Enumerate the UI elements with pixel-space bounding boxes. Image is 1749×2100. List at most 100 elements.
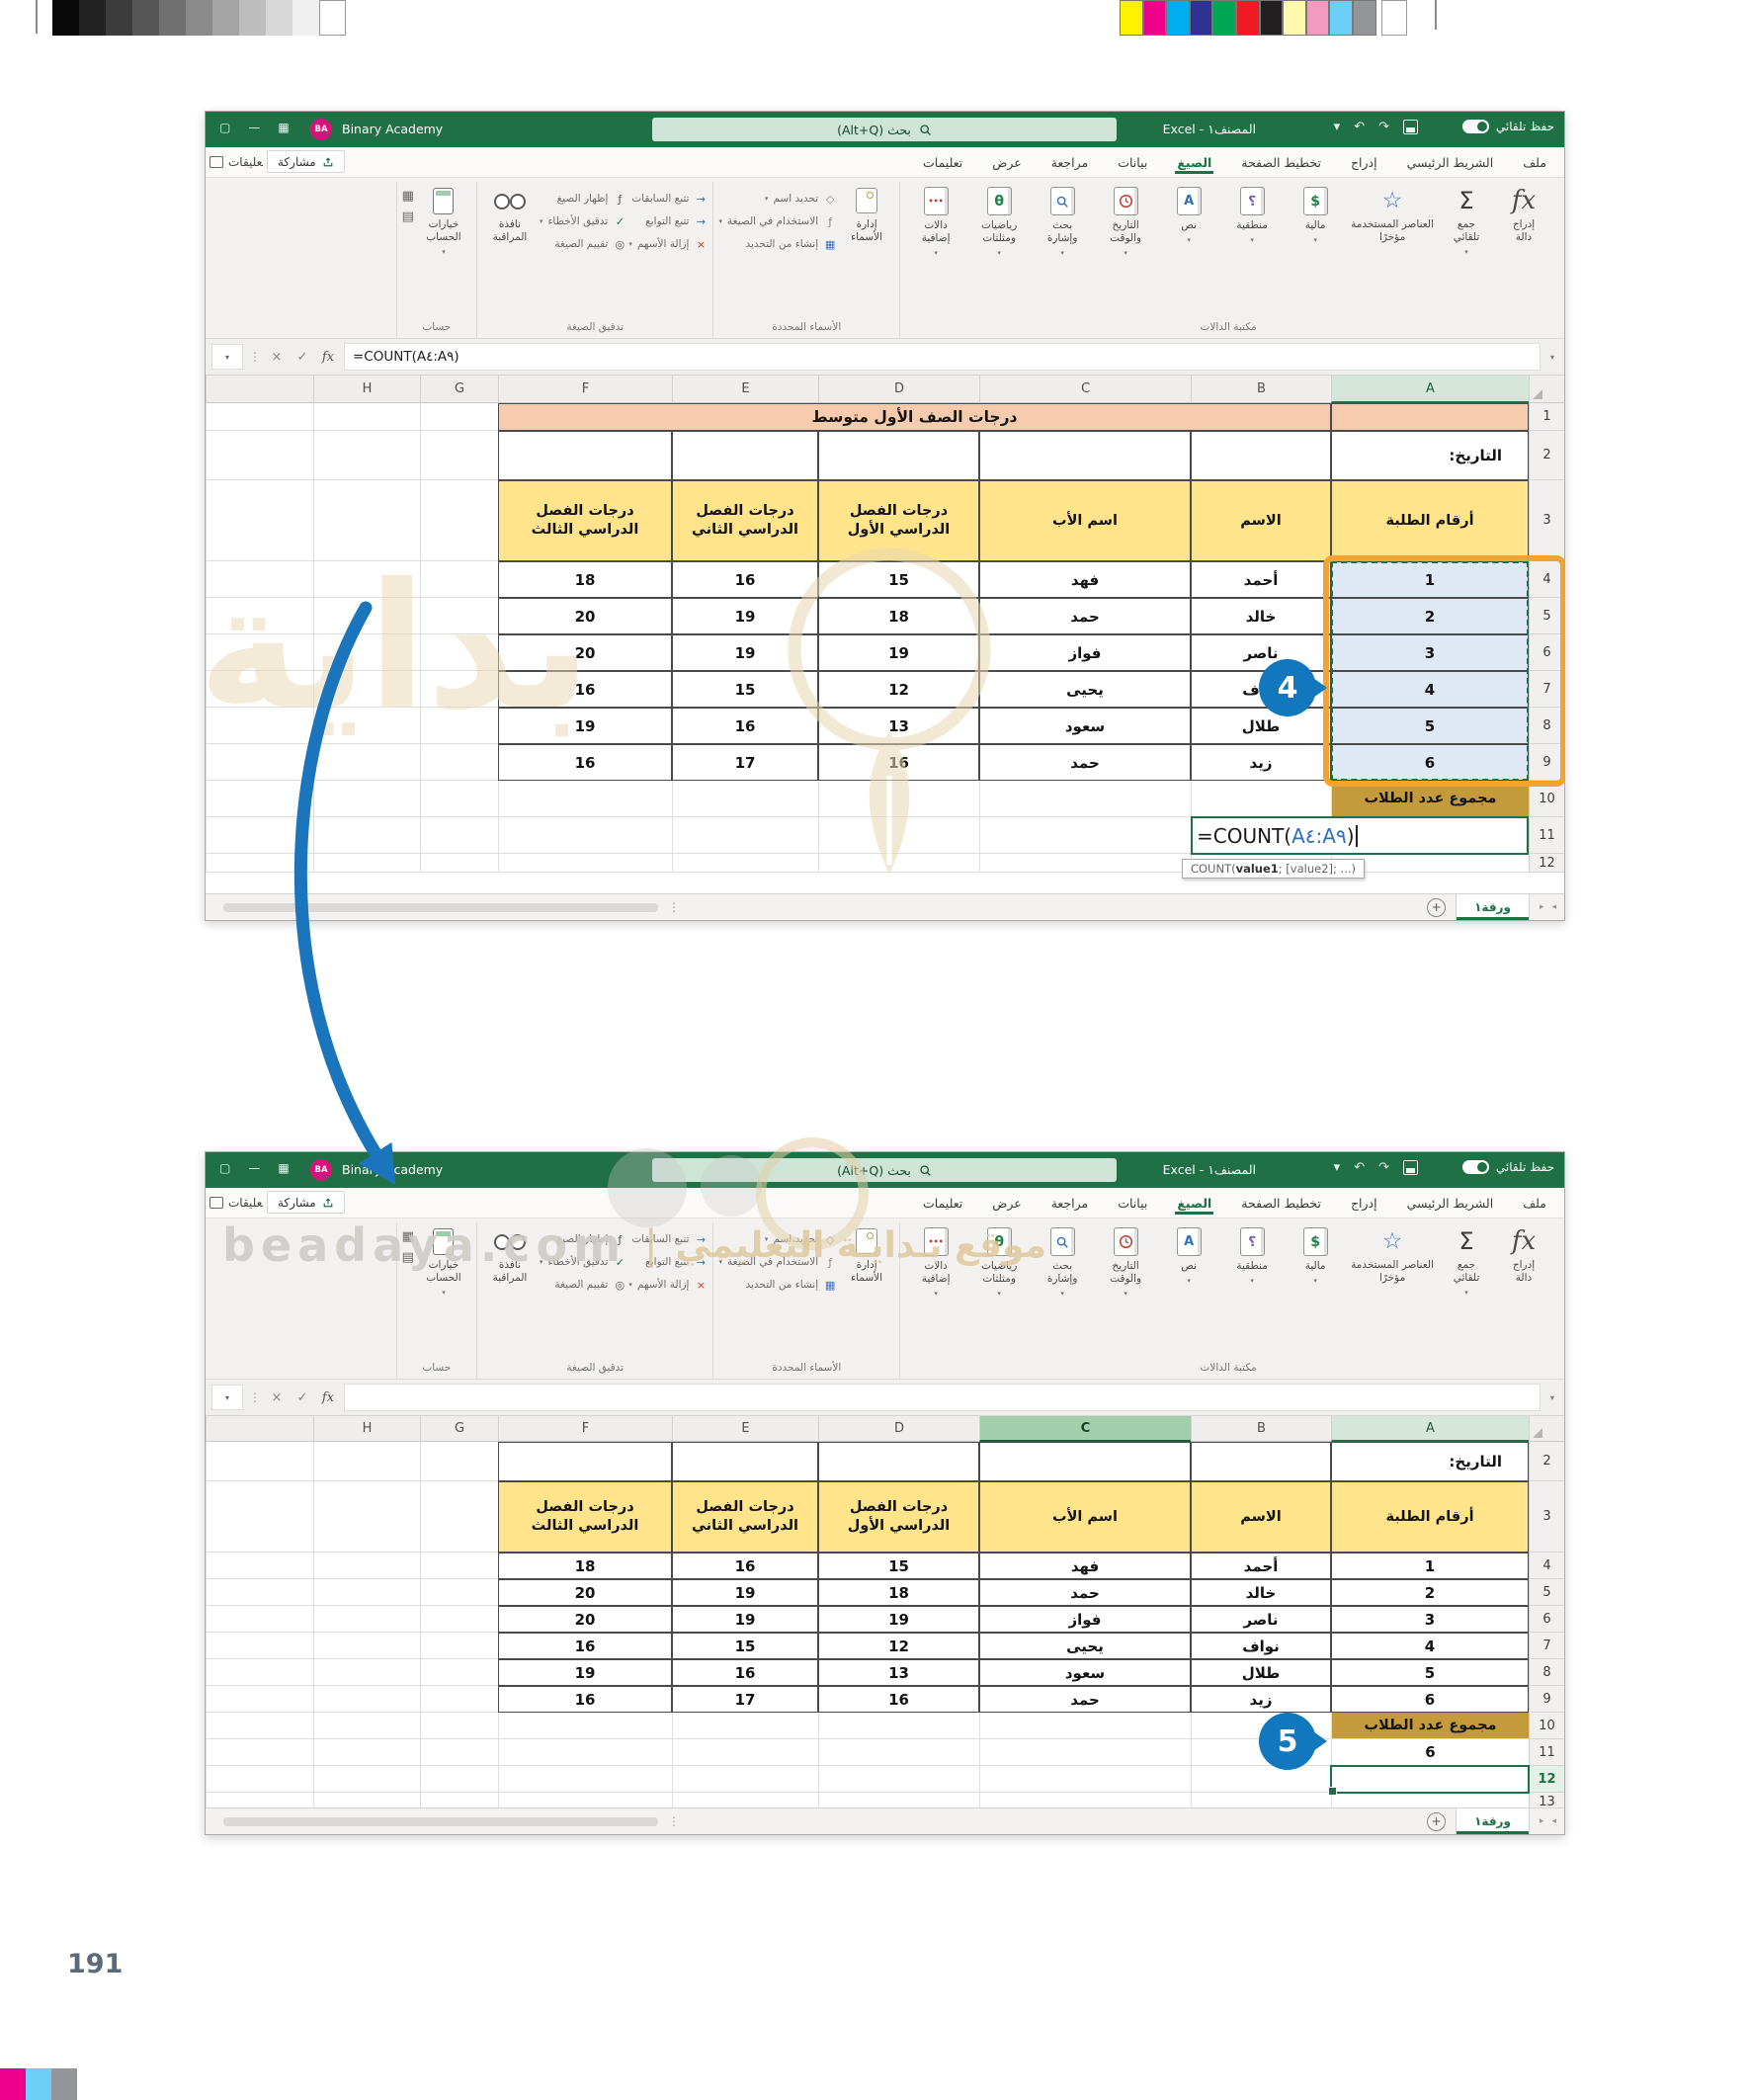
cell-E2[interactable] [672,1442,818,1481]
ribbon-mini-button[interactable]: ▦إنشاء من التحديد [718,1275,837,1295]
row-header-4[interactable]: 4 [1529,561,1564,598]
cell-E9[interactable]: 17 [672,1686,818,1713]
insert-function-icon[interactable]: fx [318,350,338,365]
cell-F6[interactable]: 20 [498,1606,672,1633]
cell-X5[interactable] [206,1579,313,1606]
ribbon-mini-button[interactable]: ƒإظهار الصيغ [540,189,626,209]
cell-A8[interactable]: 5 [1331,1659,1529,1686]
cell-B7[interactable]: نواف [1191,1633,1331,1659]
cell-C8[interactable]: سعود [979,1659,1191,1686]
cell-E4[interactable]: 16 [672,561,818,598]
cell-G7[interactable] [420,671,498,708]
sheet-nav-left-icon[interactable]: ◂ [1551,1816,1556,1826]
recently-used-button[interactable]: ☆ العناصر المستخدمة مؤخرًا [1348,182,1437,244]
cell-H11[interactable] [313,1739,420,1766]
cell-E10[interactable] [672,1713,818,1739]
cell-C9[interactable]: حمد [979,744,1191,781]
calculation-options-button[interactable]: خيارات الحساب ▾ [416,1222,471,1297]
cell-E3[interactable]: درجات الفصل الدراسي الثاني [672,480,818,561]
row-header-3[interactable]: 3 [1529,1481,1564,1553]
cell-G4[interactable] [420,561,498,598]
cell-X8[interactable] [206,1659,313,1686]
cell-E6[interactable]: 19 [672,634,818,671]
cell-H8[interactable] [313,708,420,744]
cell-H11[interactable] [313,817,420,854]
cell-X12[interactable] [206,854,313,873]
cell-F8[interactable]: 19 [498,1659,672,1686]
cell-H10[interactable] [313,1713,420,1739]
grid-rows[interactable]: 1درجات الصف الأول متوسط2التاريخ:3أرقام ا… [206,403,1564,873]
cell-H4[interactable] [313,561,420,598]
cell-X1[interactable] [206,403,313,431]
function-category-button[interactable]: بحث وإشارة▾ [1032,182,1093,257]
save-icon[interactable] [1403,1160,1418,1175]
name-manager-button[interactable]: إدارة الأسماء [839,1222,894,1285]
function-category-button[interactable]: $مالية▾ [1285,1222,1346,1298]
cell-D5[interactable]: 18 [818,598,979,634]
cell-A1[interactable] [1331,403,1529,431]
cell-D10[interactable] [818,1713,979,1739]
cell-D6[interactable]: 19 [818,634,979,671]
cell-X10[interactable] [206,1713,313,1739]
function-category-button[interactable]: ؟منطقية▾ [1221,182,1283,257]
cell-C4[interactable]: فهد [979,1553,1191,1579]
ribbon-mini-button[interactable]: ◇تحديد اسم▾ [718,189,837,209]
cell-F12[interactable] [498,854,672,873]
sheet-nav-left-icon[interactable]: ◂ [1551,902,1556,912]
cell-X10[interactable] [206,781,313,817]
cell-E12[interactable] [672,1766,818,1793]
cell-D9[interactable]: 16 [818,744,979,781]
cell-X4[interactable] [206,561,313,598]
cell-C10[interactable] [979,1713,1191,1739]
cell-C6[interactable]: فواز [979,1606,1191,1633]
name-box[interactable]: ▾ [211,1385,243,1410]
cell-F7[interactable]: 16 [498,671,672,708]
ribbon-tab[interactable]: مراجعة [1049,1192,1091,1215]
cell-G4[interactable] [420,1553,498,1579]
cancel-button[interactable]: × [267,350,287,365]
spreadsheet-grid[interactable]: ABCDEFGH 1درجات الصف الأول متوسط2التاريخ… [206,376,1564,893]
row-header-6[interactable]: 6 [1529,1606,1564,1633]
row-header-12[interactable]: 12 [1529,854,1564,873]
cell-E3[interactable]: درجات الفصل الدراسي الثاني [672,1481,818,1553]
cell-F10[interactable] [498,1713,672,1739]
cell-C7[interactable]: يحيى [979,671,1191,708]
column-header-A[interactable]: A [1331,1416,1529,1442]
formula-bar-input[interactable]: =COUNT(A٤:A٩) [344,343,1541,371]
ribbon-tab[interactable]: ملف [1521,151,1548,174]
ribbon-tab[interactable]: عرض [990,151,1023,174]
ribbon-tab[interactable]: الصيغ [1175,1192,1213,1215]
cell-G8[interactable] [420,1659,498,1686]
window-restore-icon[interactable]: ▢ [219,1161,230,1175]
grid-rows[interactable]: 2التاريخ:3أرقام الطلبةالاسماسم الأبدرجات… [206,1442,1564,1807]
ribbon-tab[interactable]: إدراج [1349,151,1379,174]
cell-B6[interactable]: ناصر [1191,1606,1331,1633]
column-header-G[interactable]: G [420,1416,498,1442]
row-header-3[interactable]: 3 [1529,480,1564,561]
cell-H7[interactable] [313,1633,420,1659]
row-header-12[interactable]: 12 [1529,1766,1564,1793]
calculate-now-icon[interactable]: ▦ [402,1229,414,1247]
cell-A10[interactable]: مجموع عدد الطلاب [1331,781,1529,817]
ribbon-tab[interactable]: تخطيط الصفحة [1239,151,1323,174]
column-header-E[interactable]: E [672,376,818,403]
cancel-button[interactable]: × [267,1390,287,1405]
ribbon-mini-button[interactable]: ×إزالة الأسهم▾ [628,1275,708,1295]
calculate-now-icon[interactable]: ▦ [402,189,414,207]
recently-used-button[interactable]: ☆ العناصر المستخدمة مؤخرًا [1348,1222,1437,1285]
cell-D2[interactable] [818,1442,979,1481]
cell-H12[interactable] [313,1766,420,1793]
cell-C7[interactable]: يحيى [979,1633,1191,1659]
cell-X13[interactable] [206,1793,313,1807]
cell-F8[interactable]: 19 [498,708,672,744]
sheet-nav-right-icon[interactable]: ▸ [1540,902,1544,912]
calculation-options-button[interactable]: خيارات الحساب ▾ [416,182,471,256]
tab-splitter-icon[interactable]: ⋮ [668,900,680,914]
ribbon-mini-button[interactable]: ▦إنشاء من التحديد [718,234,837,254]
row-header-1[interactable]: 1 [1529,403,1564,431]
cell-G1[interactable] [420,403,498,431]
cell-C6[interactable]: فواز [979,634,1191,671]
cell-F5[interactable]: 20 [498,598,672,634]
select-all-corner[interactable] [1529,376,1564,403]
column-header-B[interactable]: B [1191,1416,1331,1442]
